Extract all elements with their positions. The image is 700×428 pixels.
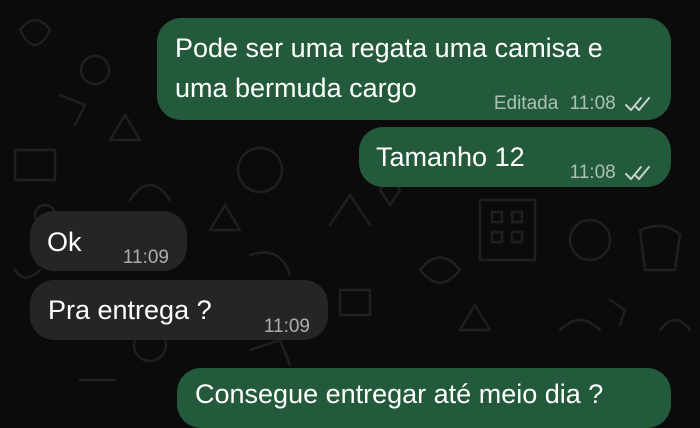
message-time: 11:09	[122, 247, 169, 268]
double-check-icon	[625, 165, 650, 180]
message-meta: Editada 11:08	[494, 86, 655, 122]
message-time: 11:08	[569, 93, 616, 114]
message-meta: 11:08	[570, 155, 655, 191]
message-bubble-outgoing[interactable]: Tamanho 12 11:08	[359, 127, 671, 187]
message-bubble-outgoing[interactable]: Pode ser uma regata uma camisa e uma ber…	[157, 18, 671, 120]
message-bubble-outgoing[interactable]: Consegue entregar até meio dia ?	[177, 368, 671, 428]
message-time: 11:08	[569, 162, 616, 183]
message-text-line: uma bermuda cargo	[175, 73, 417, 103]
message-text-line: Tamanho 12	[376, 142, 525, 172]
message-bubble-incoming[interactable]: Ok 11:09	[30, 211, 187, 271]
double-check-icon	[625, 96, 650, 111]
message-text-line: Pode ser uma regata uma camisa e	[175, 33, 603, 63]
edited-label: Editada	[493, 93, 559, 114]
message-bubble-incoming[interactable]: Pra entrega ? 11:09	[30, 280, 328, 340]
message-text-line: Ok	[47, 227, 82, 257]
message-time: 11:09	[263, 316, 310, 337]
message-text-line: Pra entrega ?	[48, 295, 212, 325]
message-text-line: Consegue entregar até meio dia ?	[195, 379, 604, 409]
